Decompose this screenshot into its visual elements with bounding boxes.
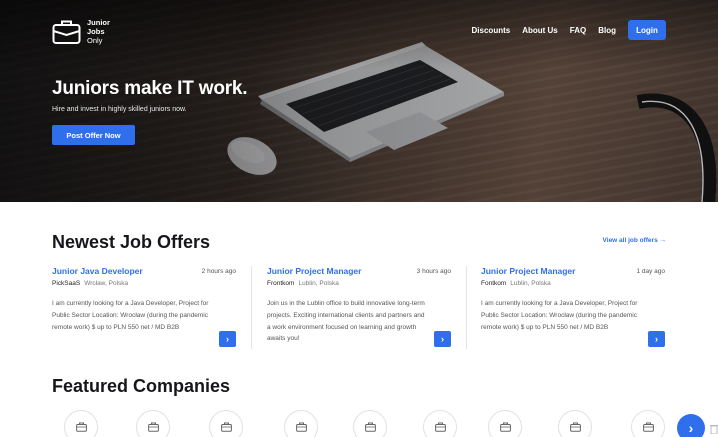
briefcase-icon (499, 422, 511, 432)
job-company: Fontkom (481, 280, 507, 287)
hero-tagline: Hire and invest in highly skilled junior… (52, 106, 187, 113)
login-button[interactable]: Login (628, 20, 666, 40)
job-title[interactable]: Junior Java Developer (52, 266, 143, 276)
company-logo[interactable] (423, 410, 457, 437)
featured-companies-title: Featured Companies (52, 376, 231, 396)
chevron-right-icon: › (655, 334, 658, 344)
carousel-next-button[interactable]: › (677, 414, 705, 437)
hero-banner: Junior Jobs Only Discounts About Us FAQ … (0, 0, 718, 202)
open-job-button[interactable]: › (434, 331, 451, 347)
job-divider (466, 266, 467, 349)
job-description: I am currently looking for a Java Develo… (481, 300, 638, 331)
open-job-button[interactable]: › (219, 331, 236, 347)
chevron-right-icon: › (226, 334, 229, 344)
job-location: Lublin, Polska (298, 280, 339, 287)
company-logo[interactable] (284, 410, 318, 437)
nav-blog[interactable]: Blog (598, 26, 616, 35)
hero-title: Juniors make IT work. (52, 78, 248, 99)
company-logo[interactable] (631, 410, 665, 437)
logo-line-1: Junior (87, 18, 110, 27)
job-time: 3 hours ago (416, 268, 451, 275)
open-job-button[interactable]: › (648, 331, 665, 347)
company-logo[interactable] (488, 410, 522, 437)
nav-discounts[interactable]: Discounts (472, 26, 511, 35)
logo-line-3: Only (87, 36, 103, 45)
briefcase-icon (364, 422, 376, 432)
job-time: 1 day ago (636, 268, 665, 275)
briefcase-icon (642, 422, 654, 432)
logo-line-2: Jobs (87, 27, 105, 36)
job-title[interactable]: Junior Project Manager (481, 266, 575, 276)
top-nav: Discounts About Us FAQ Blog Login (460, 20, 666, 40)
job-location: Wrcław, Polska (84, 280, 129, 287)
newest-jobs-title: Newest Job Offers (52, 232, 211, 252)
view-all-jobs-link[interactable]: View all job offers → (603, 237, 666, 244)
briefcase-icon (75, 422, 87, 432)
briefcase-icon (147, 422, 159, 432)
chevron-right-icon: › (688, 420, 694, 436)
nav-faq[interactable]: FAQ (570, 26, 586, 35)
job-description: Join us in the Lublin office to build in… (267, 300, 425, 343)
company-logo[interactable] (209, 410, 243, 437)
chevron-right-icon: › (441, 334, 444, 344)
job-title[interactable]: Junior Project Manager (267, 266, 361, 276)
briefcase-icon (434, 422, 446, 432)
post-offer-button[interactable]: Post Offer Now (52, 125, 135, 145)
job-description: I am currently looking for a Java Develo… (52, 300, 209, 331)
company-logo[interactable] (64, 410, 98, 437)
job-card[interactable]: Junior Java Developer 2 hours ago PickSa… (52, 266, 236, 348)
briefcase-logo-icon (52, 20, 81, 44)
job-time: 2 hours ago (201, 268, 236, 275)
job-location: Lublin, Polska (510, 280, 551, 287)
company-logo[interactable] (136, 410, 170, 437)
job-card[interactable]: Junior Project Manager 3 hours ago Front… (267, 266, 451, 348)
job-card[interactable]: Junior Project Manager 1 day ago Fontkom… (481, 266, 665, 348)
job-divider (251, 266, 252, 349)
job-company: PickSaaS (52, 280, 81, 287)
nav-about-us[interactable]: About Us (522, 26, 558, 35)
site-logo[interactable]: Junior Jobs Only (52, 18, 110, 45)
job-company: Frontkom (267, 280, 295, 287)
briefcase-icon (569, 422, 581, 432)
briefcase-icon (295, 422, 307, 432)
trash-icon (710, 425, 718, 434)
briefcase-icon (220, 422, 232, 432)
company-logo[interactable] (353, 410, 387, 437)
company-logo[interactable] (558, 410, 592, 437)
